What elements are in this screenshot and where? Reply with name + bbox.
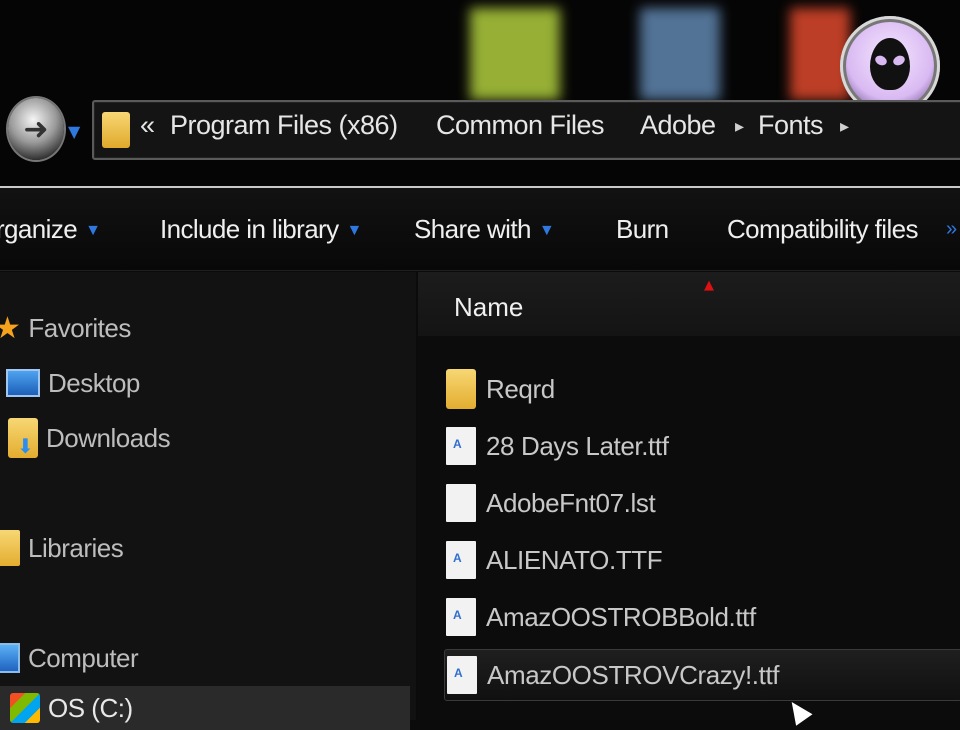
more-commands-icon[interactable]: » bbox=[946, 218, 957, 241]
nav-favorites[interactable]: ★ Favorites bbox=[0, 306, 131, 350]
folder-icon bbox=[102, 112, 130, 148]
breadcrumb-common-files[interactable]: Common Files bbox=[436, 110, 605, 141]
list-item-file[interactable]: AdobeFnt07.lst bbox=[446, 478, 960, 528]
alien-head bbox=[870, 38, 910, 90]
background-blur bbox=[0, 0, 960, 100]
organize-button[interactable]: rganize ▼ bbox=[0, 214, 101, 245]
font-file-icon: A bbox=[446, 427, 476, 465]
sort-arrow-icon: ▲ bbox=[704, 278, 714, 293]
nav-favorites-label: Favorites bbox=[28, 312, 131, 343]
file-name: 28 Days Later.ttf bbox=[486, 430, 669, 461]
nav-downloads-label: Downloads bbox=[46, 422, 171, 453]
star-icon: ★ bbox=[0, 311, 21, 345]
breadcrumb-adobe[interactable]: Adobe bbox=[640, 110, 716, 141]
nav-desktop-label: Desktop bbox=[48, 367, 140, 398]
nav-desktop[interactable]: Desktop bbox=[0, 361, 140, 405]
address-bar[interactable]: « Program Files (x86) Common Files Adobe… bbox=[92, 100, 960, 160]
navigation-pane: ★ Favorites Desktop ⬇ Downloads Librarie… bbox=[0, 272, 416, 730]
computer-icon bbox=[0, 643, 20, 673]
breadcrumb-separator[interactable]: ▸ bbox=[735, 116, 744, 137]
nav-libraries[interactable]: Libraries bbox=[0, 526, 124, 570]
drive-icon bbox=[10, 693, 40, 723]
burn-button[interactable]: Burn bbox=[616, 214, 669, 245]
file-name: AdobeFnt07.lst bbox=[486, 487, 656, 518]
alien-eye bbox=[873, 53, 889, 68]
document-icon bbox=[446, 484, 476, 522]
organize-label: rganize bbox=[0, 214, 78, 244]
list-item-file[interactable]: A ALIENATO.TTF bbox=[446, 535, 960, 585]
file-name: Reqrd bbox=[486, 373, 555, 404]
nav-drive-label: OS (C:) bbox=[48, 692, 133, 723]
back-button[interactable]: ➜ bbox=[8, 98, 64, 160]
file-name: ALIENATO.TTF bbox=[486, 544, 663, 575]
command-bar: rganize ▼ Include in library ▼ Share with ▼… bbox=[0, 188, 960, 271]
list-item-file[interactable]: A 28 Days Later.ttf bbox=[446, 421, 960, 471]
libraries-icon bbox=[0, 530, 20, 566]
back-icon: ➜ bbox=[23, 111, 49, 147]
chevron-down-icon: ▼ bbox=[85, 222, 101, 240]
column-header-name[interactable]: ▲ Name bbox=[418, 272, 960, 336]
column-name-label: Name bbox=[454, 292, 524, 322]
file-name: AmazOOSTROBBold.ttf bbox=[486, 601, 756, 632]
window-titlebar: ➜ ▼ « Program Files (x86) Common Files A… bbox=[0, 0, 960, 188]
include-label: Include in library bbox=[160, 214, 339, 244]
list-item-folder[interactable]: Reqrd bbox=[446, 364, 960, 414]
blurred-tile bbox=[640, 8, 720, 100]
nav-computer-label: Computer bbox=[28, 642, 139, 673]
blurred-tile bbox=[470, 8, 560, 100]
folder-icon bbox=[446, 369, 476, 409]
list-item-file[interactable]: A AmazOOSTROBBold.ttf bbox=[446, 592, 960, 642]
file-list: ▲ Name Reqrd A 28 Days Later.ttf AdobeFn… bbox=[418, 272, 960, 720]
breadcrumb-fonts[interactable]: Fonts bbox=[758, 110, 824, 141]
include-in-library-button[interactable]: Include in library ▼ bbox=[160, 214, 362, 245]
list-item-file-hovered[interactable]: A AmazOOSTROVCrazy!.ttf bbox=[444, 649, 960, 701]
share-label: Share with bbox=[414, 214, 531, 244]
file-name: AmazOOSTROVCrazy!.ttf bbox=[487, 659, 780, 690]
alien-eye bbox=[891, 53, 907, 68]
font-file-icon: A bbox=[446, 541, 476, 579]
font-file-icon: A bbox=[447, 656, 477, 694]
recent-pages-dropdown[interactable]: ▼ bbox=[68, 122, 80, 141]
nav-drive-c[interactable]: OS (C:) bbox=[0, 686, 410, 730]
nav-computer[interactable]: Computer bbox=[0, 636, 139, 680]
breadcrumb-separator[interactable]: ▸ bbox=[840, 116, 849, 137]
chevron-down-icon: ▼ bbox=[346, 222, 363, 240]
downloads-icon: ⬇ bbox=[8, 418, 38, 458]
share-with-button[interactable]: Share with ▼ bbox=[414, 214, 555, 245]
nav-downloads[interactable]: ⬇ Downloads bbox=[0, 416, 171, 460]
compatibility-files-button[interactable]: Compatibility files bbox=[727, 214, 918, 245]
breadcrumb-program-files[interactable]: Program Files (x86) bbox=[170, 110, 398, 141]
address-overflow-chevron[interactable]: « bbox=[140, 110, 155, 141]
desktop-icon bbox=[6, 369, 40, 397]
nav-libraries-label: Libraries bbox=[28, 532, 124, 563]
font-file-icon: A bbox=[446, 598, 476, 636]
chevron-down-icon: ▼ bbox=[538, 222, 555, 240]
